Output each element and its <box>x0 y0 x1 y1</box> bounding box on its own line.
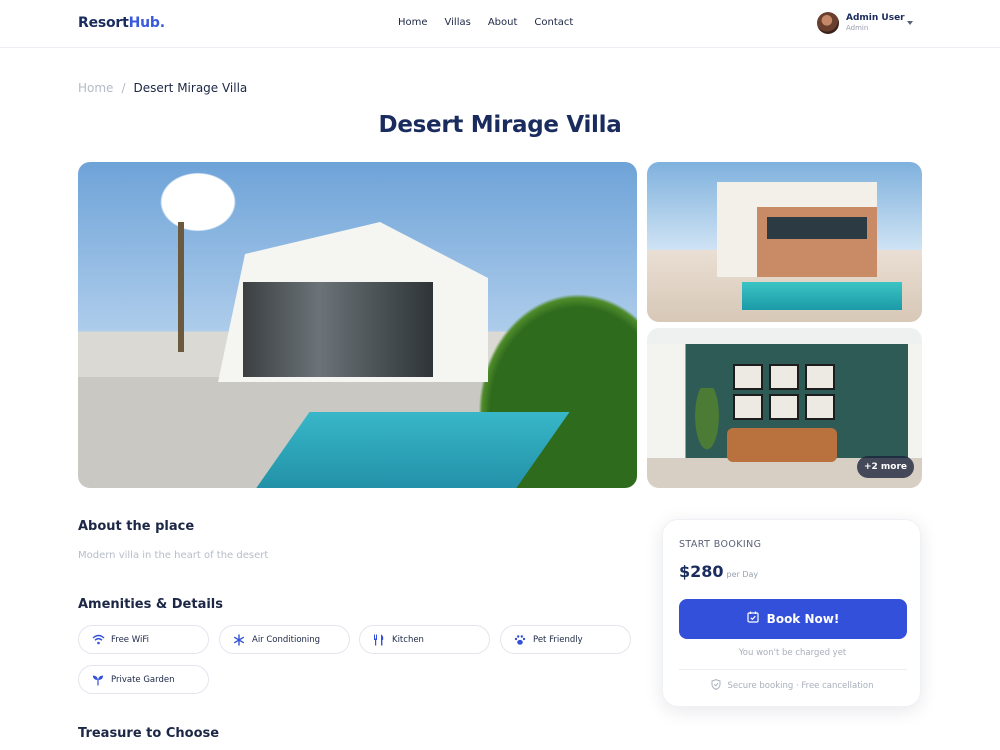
amenity-chip-garden: Private Garden <box>78 665 209 694</box>
photo-pool-shape <box>742 282 902 310</box>
brand-accent: Hub. <box>128 15 165 31</box>
paw-icon <box>513 633 527 647</box>
photo-window-shape <box>243 282 433 377</box>
secure-booking-text: Secure booking · Free cancellation <box>727 681 874 691</box>
breadcrumb-separator: / <box>121 81 126 95</box>
book-now-label: Book Now! <box>766 612 840 626</box>
photo-frame-shape <box>805 364 835 390</box>
page-title: Desert Mirage Villa <box>378 112 622 138</box>
nav-home[interactable]: Home <box>398 17 428 28</box>
top-navbar: ResortHub. Home Villas About Contact Adm… <box>0 0 1000 48</box>
amenity-chip-ac: Air Conditioning <box>219 625 350 654</box>
amenity-label: Pet Friendly <box>533 634 583 645</box>
secure-booking-row: Secure booking · Free cancellation <box>663 679 922 693</box>
photo-frame-shape <box>805 394 835 420</box>
treasure-heading: Treasure to Choose <box>78 726 220 741</box>
price: $280 per Day <box>679 562 758 581</box>
more-photos-badge[interactable]: +2 more <box>857 456 914 478</box>
photo-window-shape <box>767 217 867 239</box>
gallery-main-photo[interactable] <box>78 162 637 488</box>
user-info: Admin User Admin <box>846 13 905 33</box>
user-menu[interactable]: Admin User Admin <box>817 12 913 34</box>
breadcrumb-home[interactable]: Home <box>78 81 113 95</box>
about-description: Modern villa in the heart of the desert <box>78 550 269 561</box>
charge-note: You won't be charged yet <box>738 648 847 658</box>
price-unit: per Day <box>726 570 759 579</box>
amenity-chip-kitchen: Kitchen <box>359 625 490 654</box>
breadcrumb: Home / Desert Mirage Villa <box>78 81 247 95</box>
breadcrumb-current: Desert Mirage Villa <box>133 81 248 95</box>
nav-about[interactable]: About <box>488 17 518 28</box>
avatar <box>817 12 839 34</box>
shield-icon <box>711 679 721 693</box>
about-heading: About the place <box>78 519 195 534</box>
chevron-down-icon[interactable] <box>907 21 913 25</box>
photo-frame-shape <box>769 394 799 420</box>
booking-card: START BOOKING $280 per Day Book Now! You… <box>662 519 921 707</box>
photo-pool-shape <box>246 412 570 488</box>
amenities-heading: Amenities & Details <box>78 597 223 612</box>
calendar-check-icon <box>747 611 759 627</box>
brand-main: Resort <box>78 15 129 31</box>
amenity-chip-wifi: Free WiFi <box>78 625 209 654</box>
amenity-label: Air Conditioning <box>252 634 321 645</box>
gallery-photo-exterior[interactable] <box>647 162 922 322</box>
booking-kicker: START BOOKING <box>679 539 762 550</box>
brand-logo[interactable]: ResortHub. <box>78 15 165 31</box>
wifi-icon <box>91 633 105 647</box>
utensils-icon <box>372 633 386 647</box>
book-now-button[interactable]: Book Now! <box>679 599 907 639</box>
nav-villas[interactable]: Villas <box>445 17 471 28</box>
leaf-icon <box>91 673 105 687</box>
amenity-label: Free WiFi <box>111 634 149 645</box>
photo-palm-shape <box>178 222 184 352</box>
photo-sofa-shape <box>727 428 837 462</box>
amenity-chip-pets: Pet Friendly <box>500 625 631 654</box>
nav-contact[interactable]: Contact <box>534 17 573 28</box>
amenity-label: Kitchen <box>392 634 424 645</box>
photo-frame-shape <box>733 394 763 420</box>
main-nav: Home Villas About Contact <box>398 17 573 28</box>
photo-plant-shape <box>692 388 722 458</box>
photo-frame-shape <box>769 364 799 390</box>
divider <box>679 669 907 670</box>
photo-frame-shape <box>733 364 763 390</box>
price-amount: $280 <box>679 562 724 581</box>
snowflake-icon <box>232 633 246 647</box>
amenity-label: Private Garden <box>111 674 175 685</box>
user-role: Admin <box>846 24 869 32</box>
user-name: Admin User <box>846 13 905 23</box>
